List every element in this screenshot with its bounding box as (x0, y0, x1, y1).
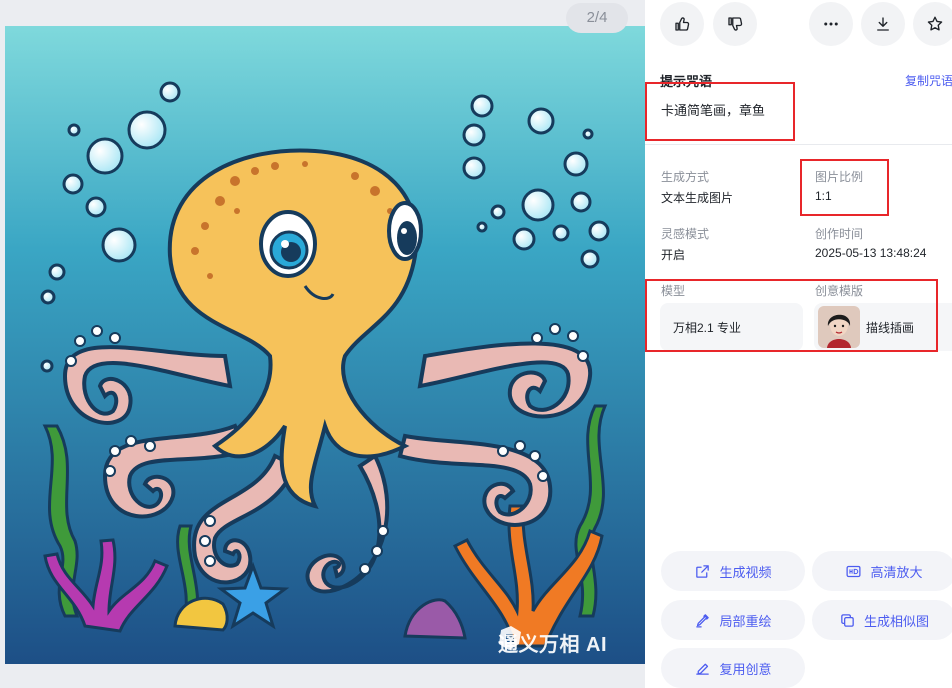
template-label: 创意模版 (815, 284, 864, 298)
local-repaint-button[interactable]: 局部重绘 (661, 600, 805, 640)
image-viewer: 通义万相 AI 2/4 (0, 0, 645, 688)
image-counter: 2/4 (566, 3, 628, 33)
divider (645, 144, 952, 145)
gen-method-value: 文本生成图片 (661, 191, 734, 205)
share-export-icon (696, 564, 710, 578)
gen-method-label: 生成方式 (661, 170, 710, 184)
model-label: 模型 (661, 284, 686, 298)
thumbs-down-icon (728, 17, 743, 31)
template-value: 描线插画 (866, 320, 915, 335)
edit-pen-icon (696, 663, 710, 675)
model-card: 万相2.1 专业 (660, 303, 803, 351)
generate-video-button[interactable]: 生成视频 (661, 551, 805, 591)
reuse-idea-button[interactable]: 复用创意 (661, 648, 805, 688)
ratio-label: 图片比例 (815, 170, 864, 184)
time-label: 创作时间 (815, 227, 864, 241)
ratio-value: 1:1 (815, 189, 832, 203)
hd-upscale-label: 高清放大 (870, 564, 923, 580)
like-button[interactable] (660, 2, 704, 46)
template-card[interactable]: 描线插画 (814, 303, 952, 351)
generated-image-octopus[interactable] (5, 26, 645, 664)
favorite-button[interactable] (913, 2, 952, 46)
generate-similar-label: 生成相似图 (863, 613, 929, 629)
download-icon (877, 17, 889, 31)
thumbs-up-icon (675, 17, 690, 31)
more-icon (824, 22, 838, 26)
watermark-text: 通义万相 AI (498, 634, 608, 656)
watermark: 通义万相 AI (498, 628, 607, 657)
hd-upscale-button[interactable]: 高清放大 (812, 551, 952, 591)
inspire-value: 开启 (661, 248, 686, 262)
dislike-button[interactable] (713, 2, 757, 46)
brush-icon (696, 613, 710, 628)
inspire-label: 灵感模式 (661, 227, 710, 241)
copy-similar-icon (841, 613, 854, 627)
local-repaint-label: 局部重绘 (719, 613, 772, 629)
reuse-idea-label: 复用创意 (719, 661, 772, 677)
generate-similar-button[interactable]: 生成相似图 (812, 600, 952, 640)
time-value: 2025-05-13 13:48:24 (815, 246, 927, 260)
prompt-title: 提示咒语 (660, 74, 713, 89)
template-thumbnail (818, 306, 860, 348)
copy-prompt-link[interactable]: 复制咒语 (905, 72, 952, 89)
more-button[interactable] (809, 2, 853, 46)
download-button[interactable] (861, 2, 905, 46)
prompt-text: 卡通简笔画，章鱼 (661, 103, 766, 118)
hd-icon (846, 565, 861, 577)
generate-video-label: 生成视频 (719, 564, 772, 580)
star-icon (927, 16, 943, 31)
model-value: 万相2.1 专业 (673, 320, 742, 335)
detail-panel: 提示咒语 复制咒语 卡通简笔画，章鱼 生成方式 文本生成图片 图片比例 1:1 … (645, 0, 952, 688)
